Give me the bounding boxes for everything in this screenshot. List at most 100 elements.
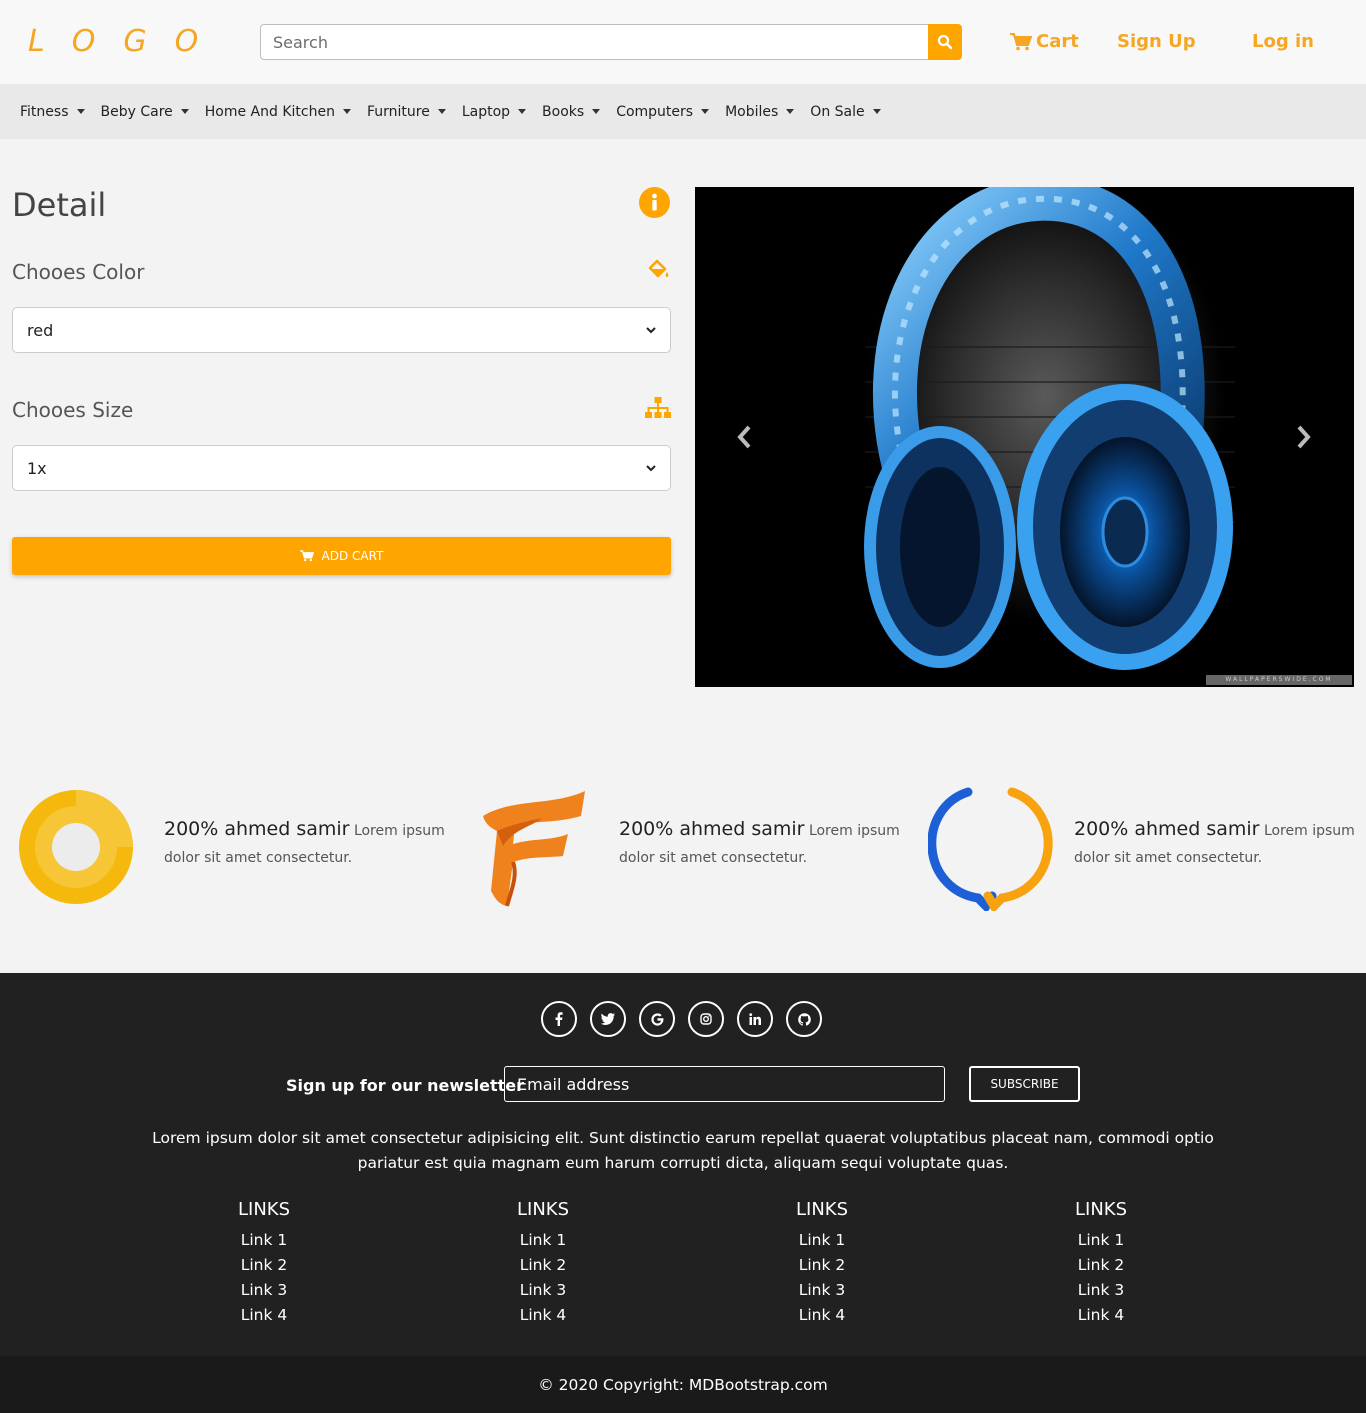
caret-down-icon bbox=[786, 109, 795, 114]
search-input[interactable] bbox=[260, 24, 928, 60]
footer-link[interactable]: Link 1 bbox=[722, 1228, 922, 1253]
instagram-button[interactable] bbox=[688, 1001, 724, 1037]
github-icon bbox=[797, 1012, 811, 1026]
image-watermark: WALLPAPERSWIDE.COM bbox=[1206, 675, 1352, 685]
footer-link[interactable]: Link 2 bbox=[1001, 1253, 1201, 1278]
footer-link[interactable]: Link 1 bbox=[1001, 1228, 1201, 1253]
facebook-icon bbox=[555, 1012, 563, 1026]
footer-link[interactable]: Link 3 bbox=[164, 1278, 364, 1303]
footer-link[interactable]: Link 2 bbox=[164, 1253, 364, 1278]
nav-item-computers[interactable]: Computers bbox=[616, 103, 710, 120]
feature-item: 200% ahmed samir Lorem ipsum dolor sit a… bbox=[928, 786, 1366, 911]
copyright-bar: © 2020 Copyright: MDBootstrap.com bbox=[0, 1356, 1366, 1413]
footer-link[interactable]: Link 3 bbox=[1001, 1278, 1201, 1303]
chevron-down-icon bbox=[646, 464, 656, 471]
header: LOGO Cart Sign Up Log in bbox=[0, 0, 1366, 84]
f-logo-icon bbox=[483, 791, 585, 907]
footer-link[interactable]: Link 2 bbox=[722, 1253, 922, 1278]
social-links bbox=[541, 1001, 822, 1037]
carousel-prev-button[interactable] bbox=[733, 423, 757, 451]
color-select[interactable]: red bbox=[12, 307, 671, 353]
color-label: Chooes Color bbox=[12, 260, 145, 284]
caret-down-icon bbox=[437, 109, 446, 114]
nav-list: Fitness Beby Care Home And Kitchen Furni… bbox=[20, 84, 897, 139]
login-link[interactable]: Log in bbox=[1252, 31, 1314, 52]
google-icon bbox=[650, 1012, 663, 1026]
nav-item-label: Fitness bbox=[20, 103, 69, 120]
cart-link[interactable]: Cart bbox=[1010, 31, 1079, 52]
cart-label: Cart bbox=[1036, 31, 1079, 52]
links-column: LINKS Link 1 Link 2 Link 3 Link 4 bbox=[443, 1199, 643, 1328]
newsletter-label: Sign up for our newsletter bbox=[286, 1076, 525, 1095]
nav-item-books[interactable]: Books bbox=[542, 103, 601, 120]
linkedin-button[interactable] bbox=[737, 1001, 773, 1037]
nav-item-label: Computers bbox=[616, 103, 694, 120]
search-button[interactable] bbox=[928, 24, 962, 60]
caret-down-icon bbox=[701, 109, 710, 114]
footer-link[interactable]: Link 4 bbox=[164, 1303, 364, 1328]
linkedin-icon bbox=[749, 1013, 761, 1025]
caret-down-icon bbox=[342, 109, 351, 114]
cart-icon bbox=[299, 550, 314, 562]
color-select-value: red bbox=[27, 320, 54, 340]
facebook-button[interactable] bbox=[541, 1001, 577, 1037]
github-button[interactable] bbox=[786, 1001, 822, 1037]
feature-title: 200% ahmed samir bbox=[619, 818, 805, 840]
size-select-value: 1x bbox=[27, 458, 47, 478]
google-button[interactable] bbox=[639, 1001, 675, 1037]
feature-text: 200% ahmed samir Lorem ipsum dolor sit a… bbox=[164, 816, 454, 872]
links-column: LINKS Link 1 Link 2 Link 3 Link 4 bbox=[1001, 1199, 1201, 1328]
feature-title: 200% ahmed samir bbox=[164, 818, 350, 840]
footer-link[interactable]: Link 4 bbox=[1001, 1303, 1201, 1328]
cart-icon bbox=[1010, 32, 1032, 50]
feature-title: 200% ahmed samir bbox=[1074, 818, 1260, 840]
signup-label: Sign Up bbox=[1117, 31, 1196, 52]
nav-item-label: Beby Care bbox=[100, 103, 173, 120]
nav-item-mobiles[interactable]: Mobiles bbox=[725, 103, 795, 120]
add-cart-label: ADD CART bbox=[321, 549, 384, 563]
chevron-down-icon bbox=[646, 326, 656, 333]
instagram-icon bbox=[700, 1013, 712, 1025]
footer-link[interactable]: Link 2 bbox=[443, 1253, 643, 1278]
nav-item-label: Books bbox=[542, 103, 585, 120]
nav-item-home-kitchen[interactable]: Home And Kitchen bbox=[205, 104, 351, 120]
nav-item-beby-care[interactable]: Beby Care bbox=[101, 104, 189, 120]
footer-link[interactable]: Link 3 bbox=[722, 1278, 922, 1303]
nav-item-label: Mobiles bbox=[725, 103, 779, 120]
feature-item: 200% ahmed samir Lorem ipsum dolor sit a… bbox=[473, 786, 913, 911]
sitemap-icon bbox=[645, 397, 671, 418]
nav-item-on-sale[interactable]: On Sale bbox=[810, 104, 881, 120]
nav-item-fitness[interactable]: Fitness bbox=[20, 104, 85, 120]
email-field[interactable] bbox=[504, 1066, 945, 1102]
footer-link[interactable]: Link 1 bbox=[443, 1228, 643, 1253]
footer-link[interactable]: Link 3 bbox=[443, 1278, 643, 1303]
carousel-next-button[interactable] bbox=[1291, 423, 1315, 451]
footer-description: Lorem ipsum dolor sit amet consectetur a… bbox=[152, 1129, 1214, 1172]
product-carousel: WALLPAPERSWIDE.COM bbox=[695, 187, 1354, 687]
paint-bucket-icon bbox=[648, 259, 669, 278]
twitter-icon bbox=[601, 1013, 615, 1025]
footer-link[interactable]: Link 1 bbox=[164, 1228, 364, 1253]
subscribe-button[interactable]: SUBSCRIBE bbox=[969, 1066, 1080, 1102]
nav-item-laptop[interactable]: Laptop bbox=[462, 104, 527, 120]
size-select[interactable]: 1x bbox=[12, 445, 671, 491]
category-nav: Fitness Beby Care Home And Kitchen Furni… bbox=[0, 84, 1366, 139]
footer-link[interactable]: Link 4 bbox=[443, 1303, 643, 1328]
signup-link[interactable]: Sign Up bbox=[1117, 31, 1196, 52]
nav-item-furniture[interactable]: Furniture bbox=[367, 104, 446, 120]
links-column: LINKS Link 1 Link 2 Link 3 Link 4 bbox=[164, 1199, 364, 1328]
speech-bubble-logo-icon bbox=[928, 787, 1053, 911]
twitter-button[interactable] bbox=[590, 1001, 626, 1037]
footer: Sign up for our newsletter SUBSCRIBE Lor… bbox=[0, 973, 1366, 1356]
links-title: LINKS bbox=[1074, 1199, 1128, 1220]
footer-link[interactable]: Link 4 bbox=[722, 1303, 922, 1328]
info-icon bbox=[639, 187, 670, 218]
copyright-text: © 2020 Copyright: MDBootstrap.com bbox=[538, 1375, 828, 1394]
add-cart-button[interactable]: ADD CART bbox=[12, 537, 671, 575]
caret-down-icon bbox=[592, 109, 601, 114]
login-label: Log in bbox=[1252, 31, 1314, 52]
logo[interactable]: LOGO bbox=[28, 24, 226, 59]
detail-title: Detail bbox=[12, 186, 107, 224]
size-label: Chooes Size bbox=[12, 398, 134, 422]
ring-logo-icon bbox=[19, 790, 133, 904]
